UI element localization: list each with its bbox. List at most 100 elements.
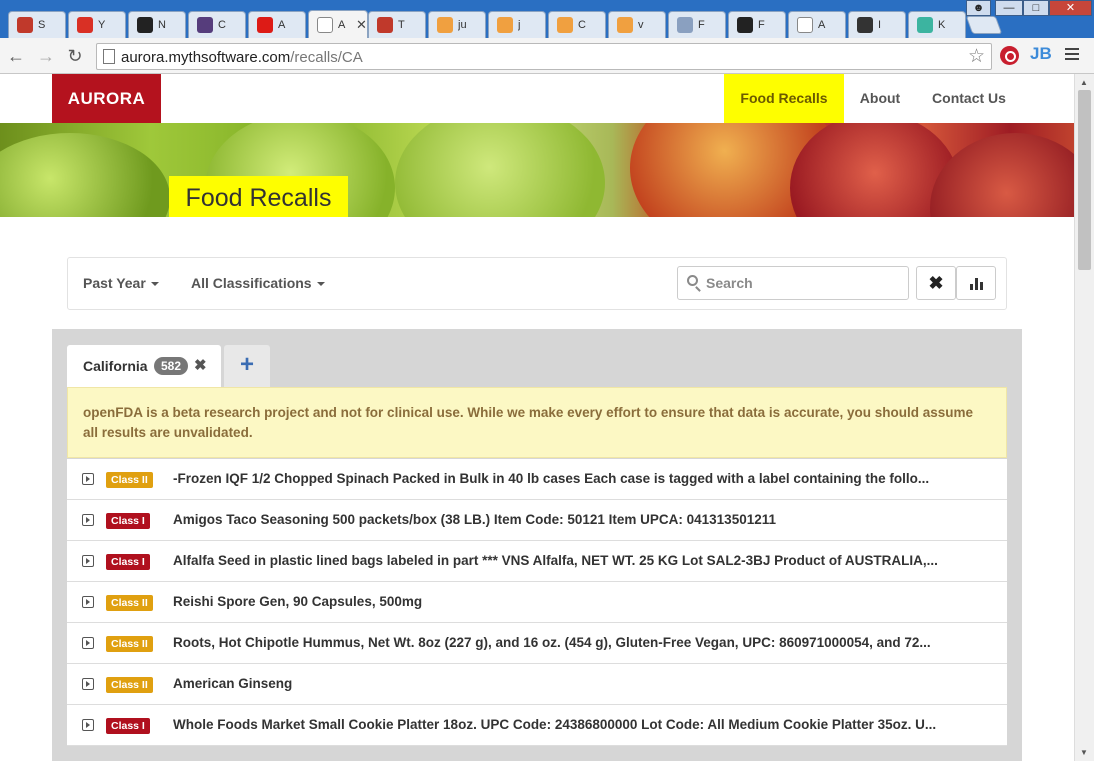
expand-icon[interactable] bbox=[82, 473, 94, 485]
tab-title: j bbox=[518, 19, 521, 31]
maximize-button[interactable]: □ bbox=[1023, 0, 1049, 16]
search-input[interactable] bbox=[706, 273, 896, 293]
tab-title: K bbox=[938, 19, 946, 31]
browser-tab[interactable]: Y bbox=[68, 11, 126, 38]
browser-tab[interactable]: S bbox=[8, 11, 66, 38]
period-label: Past Year bbox=[83, 275, 146, 291]
classification-badge: Class II bbox=[106, 472, 153, 488]
beta-warning-alert: openFDA is a beta research project and n… bbox=[67, 387, 1007, 458]
recall-row[interactable]: Class I Whole Foods Market Small Cookie P… bbox=[67, 705, 1007, 746]
recall-row[interactable]: Class II Roots, Hot Chipotle Hummus, Net … bbox=[67, 623, 1007, 664]
browser-tab[interactable]: F bbox=[668, 11, 726, 38]
favicon-icon bbox=[857, 17, 873, 33]
close-window-button[interactable]: ✕ bbox=[1049, 0, 1092, 16]
browser-tab[interactable]: A bbox=[248, 11, 306, 38]
browser-tab[interactable]: N bbox=[128, 11, 186, 38]
url-host: aurora.mythsoftware.com bbox=[121, 49, 291, 66]
browser-tab[interactable]: C bbox=[548, 11, 606, 38]
favicon-icon bbox=[257, 17, 273, 33]
minimize-button[interactable]: — bbox=[995, 0, 1023, 16]
favicon-icon bbox=[797, 17, 813, 33]
favicon-icon bbox=[557, 17, 573, 33]
tab-title: ju bbox=[458, 19, 467, 31]
browser-tab[interactable]: j bbox=[488, 11, 546, 38]
nav-about[interactable]: About bbox=[846, 74, 914, 123]
expand-icon[interactable] bbox=[82, 678, 94, 690]
nav-contact-us[interactable]: Contact Us bbox=[918, 74, 1020, 123]
nav-food-recalls[interactable]: Food Recalls bbox=[724, 74, 844, 123]
url-text[interactable]: aurora.mythsoftware.com/recalls/CA bbox=[121, 49, 363, 66]
add-state-tab-button[interactable]: + bbox=[224, 345, 270, 387]
expand-icon[interactable] bbox=[82, 637, 94, 649]
chrome-menu-icon[interactable] bbox=[1065, 48, 1079, 62]
tab-title: N bbox=[158, 19, 166, 31]
recall-row[interactable]: Class I Alfalfa Seed in plastic lined bag… bbox=[67, 541, 1007, 582]
browser-tab[interactable]: v bbox=[608, 11, 666, 38]
lastpass-icon[interactable] bbox=[1000, 46, 1019, 65]
clear-filter-button[interactable]: ✖ bbox=[916, 266, 956, 300]
tab-title: A bbox=[818, 19, 826, 31]
expand-icon[interactable] bbox=[82, 514, 94, 526]
new-tab-button[interactable] bbox=[965, 16, 1003, 34]
browser-tab[interactable]: F bbox=[728, 11, 786, 38]
expand-icon[interactable] bbox=[82, 719, 94, 731]
address-bar[interactable]: aurora.mythsoftware.com/recalls/CA ☆ bbox=[96, 43, 992, 70]
browser-tab[interactable]: K bbox=[908, 11, 966, 38]
favicon-icon bbox=[197, 17, 213, 33]
forward-button[interactable]: → bbox=[36, 46, 56, 66]
page-scrollbar[interactable]: ▲ ▼ bbox=[1074, 74, 1094, 761]
browser-tab[interactable]: A bbox=[788, 11, 846, 38]
search-box[interactable] bbox=[677, 266, 909, 300]
recall-row[interactable]: Class II -Frozen IQF 1/2 Chopped Spinach … bbox=[67, 459, 1007, 500]
jetbrains-icon[interactable]: JB bbox=[1030, 44, 1052, 64]
favicon-icon bbox=[317, 16, 333, 33]
browser-tab[interactable]: A ✕ bbox=[308, 10, 368, 38]
tab-title: F bbox=[698, 19, 705, 31]
bar-chart-icon bbox=[970, 278, 984, 290]
tab-title: v bbox=[638, 19, 644, 31]
classification-label: All Classifications bbox=[191, 275, 312, 291]
user-icon[interactable]: ☻ bbox=[966, 0, 991, 16]
filter-bar: Past Year All Classifications ✖ bbox=[67, 257, 1007, 310]
expand-icon[interactable] bbox=[82, 596, 94, 608]
times-icon: ✖ bbox=[928, 273, 944, 293]
favicon-icon bbox=[137, 17, 153, 33]
recall-description: Alfalfa Seed in plastic lined bags label… bbox=[173, 553, 938, 568]
reload-button[interactable]: ↻ bbox=[65, 46, 85, 66]
tab-california[interactable]: California 582 ✖ bbox=[67, 345, 221, 387]
browser-tab[interactable]: C bbox=[188, 11, 246, 38]
browser-tab[interactable]: I bbox=[848, 11, 906, 38]
brand-logo[interactable]: AURORA bbox=[52, 74, 161, 123]
page-icon bbox=[103, 49, 115, 64]
hero-apple-image bbox=[395, 123, 605, 217]
browser-toolbar: ← → ↻ aurora.mythsoftware.com/recalls/CA… bbox=[0, 38, 1094, 74]
scroll-up-arrow-icon[interactable]: ▲ bbox=[1080, 78, 1088, 87]
recall-description: American Ginseng bbox=[173, 676, 293, 691]
back-button[interactable]: ← bbox=[6, 46, 26, 66]
close-tab-icon[interactable]: ✖ bbox=[194, 356, 207, 374]
favicon-icon bbox=[437, 17, 453, 33]
expand-icon[interactable] bbox=[82, 555, 94, 567]
recall-row[interactable]: Class II Reishi Spore Gen, 90 Capsules, 5… bbox=[67, 582, 1007, 623]
bookmark-star-icon[interactable]: ☆ bbox=[968, 45, 985, 68]
close-tab-icon[interactable]: ✕ bbox=[356, 17, 367, 33]
recall-description: Whole Foods Market Small Cookie Platter … bbox=[173, 717, 937, 732]
period-dropdown[interactable]: Past Year bbox=[83, 258, 159, 309]
chart-button[interactable] bbox=[956, 266, 996, 300]
classification-dropdown[interactable]: All Classifications bbox=[191, 258, 325, 309]
results-panel: California 582 ✖ + openFDA is a beta res… bbox=[52, 329, 1022, 761]
recall-row[interactable]: Class II American Ginseng bbox=[67, 664, 1007, 705]
scroll-down-arrow-icon[interactable]: ▼ bbox=[1080, 748, 1088, 757]
browser-tab[interactable]: ju bbox=[428, 11, 486, 38]
scroll-thumb[interactable] bbox=[1078, 90, 1091, 270]
recall-description: Reishi Spore Gen, 90 Capsules, 500mg bbox=[173, 594, 423, 609]
recall-row[interactable]: Class I Amigos Taco Seasoning 500 packets… bbox=[67, 500, 1007, 541]
favicon-icon bbox=[77, 17, 93, 33]
tab-title: T bbox=[398, 19, 405, 31]
favicon-icon bbox=[737, 17, 753, 33]
recall-count-badge: 582 bbox=[154, 357, 189, 375]
browser-tab[interactable]: T bbox=[368, 11, 426, 38]
hero-banner: Food Recalls bbox=[0, 123, 1074, 217]
search-icon bbox=[687, 275, 698, 286]
classification-badge: Class I bbox=[106, 718, 150, 734]
